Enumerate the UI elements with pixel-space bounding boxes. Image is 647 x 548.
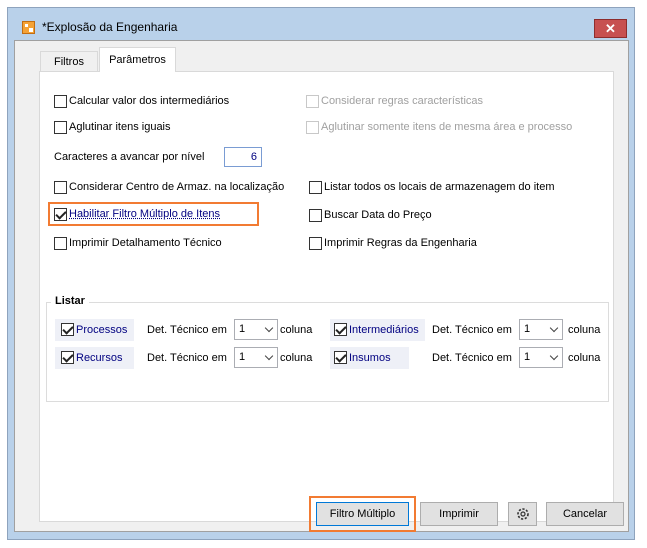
recursos-select-value: 1 [239,351,246,363]
calc-intermediarios-checkbox[interactable] [54,95,67,108]
chevron-down-icon [549,323,559,333]
habilitar-filtro-label: Habilitar Filtro Múltiplo de Itens [69,208,221,220]
buscar-data-label: Buscar Data do Preço [324,209,432,221]
listar-locais-checkbox[interactable] [309,181,322,194]
listar-title: Listar [51,295,89,307]
recursos-checkbox[interactable] [61,351,74,364]
intermediarios-select[interactable]: 1 [519,319,563,340]
tab-filtros[interactable]: Filtros [40,51,98,71]
intermediarios-det-label: Det. Técnico em [432,324,512,336]
tab-parametros[interactable]: Parâmetros [99,47,176,72]
considerar-regras-checkbox[interactable] [306,95,319,108]
gear-icon [517,508,529,520]
insumos-coluna-label: coluna [568,352,601,364]
window-title: *Explosão da Engenharia [42,20,178,34]
processos-label: Processos [76,324,128,336]
intermediarios-coluna-label: coluna [568,324,601,336]
aglutinar-itens-checkbox[interactable] [54,121,67,134]
considerar-regras-label: Considerar regras características [321,95,484,107]
processos-det-label: Det. Técnico em [147,324,227,336]
imprimir-regras-checkbox[interactable] [309,237,322,250]
intermediarios-label: Intermediários [349,324,419,336]
insumos-select-value: 1 [524,351,531,363]
settings-button[interactable] [508,502,537,526]
habilitar-filtro-checkbox[interactable] [54,208,67,221]
insumos-select[interactable]: 1 [519,347,563,368]
recursos-det-label: Det. Técnico em [147,352,227,364]
recursos-label: Recursos [76,352,123,364]
caracteres-label: Caracteres a avancar por nível [54,151,205,163]
caracteres-input[interactable]: 6 [224,147,262,167]
imprimir-regras-label: Imprimir Regras da Engenharia [324,237,477,249]
processos-select[interactable]: 1 [234,319,278,340]
processos-select-value: 1 [239,323,246,335]
title-bar[interactable]: *Explosão da Engenharia ✕ [8,8,634,38]
processos-checkbox[interactable] [61,323,74,336]
imprimir-button[interactable]: Imprimir [420,502,498,526]
filtro-multiplo-button[interactable]: Filtro Múltiplo [316,502,409,526]
intermediarios-select-value: 1 [524,323,531,335]
close-button[interactable]: ✕ [594,19,627,38]
listar-group: Listar Processos Det. Técnico em 1 colun… [46,295,609,402]
buscar-data-checkbox[interactable] [309,209,322,222]
considerar-centro-checkbox[interactable] [54,181,67,194]
dialog-window: *Explosão da Engenharia ✕ Filtros Parâme… [7,7,635,540]
processos-coluna-label: coluna [280,324,313,336]
intermediarios-checkbox[interactable] [334,323,347,336]
considerar-centro-label: Considerar Centro de Armaz. na localizaç… [69,181,285,193]
insumos-label: Insumos [349,352,391,364]
aglutinar-itens-label: Aglutinar itens iguais [69,121,171,133]
insumos-checkbox[interactable] [334,351,347,364]
listar-locais-label: Listar todos os locais de armazenagem do… [324,181,555,193]
calc-intermediarios-label: Calcular valor dos intermediários [69,95,230,107]
aglutinar-area-checkbox[interactable] [306,121,319,134]
recursos-select[interactable]: 1 [234,347,278,368]
chevron-down-icon [549,351,559,361]
insumos-det-label: Det. Técnico em [432,352,512,364]
aglutinar-area-label: Aglutinar somente itens de mesma área e … [321,121,573,133]
imprimir-detalhamento-label: Imprimir Detalhamento Técnico [69,237,222,249]
dialog-client: Filtros Parâmetros Calcular valor dos in… [14,40,629,532]
chevron-down-icon [264,351,274,361]
cancelar-button[interactable]: Cancelar [546,502,624,526]
app-icon [22,21,35,34]
parametros-panel: Calcular valor dos intermediários Consid… [39,71,614,522]
recursos-coluna-label: coluna [280,352,313,364]
chevron-down-icon [264,323,274,333]
imprimir-detalhamento-checkbox[interactable] [54,237,67,250]
